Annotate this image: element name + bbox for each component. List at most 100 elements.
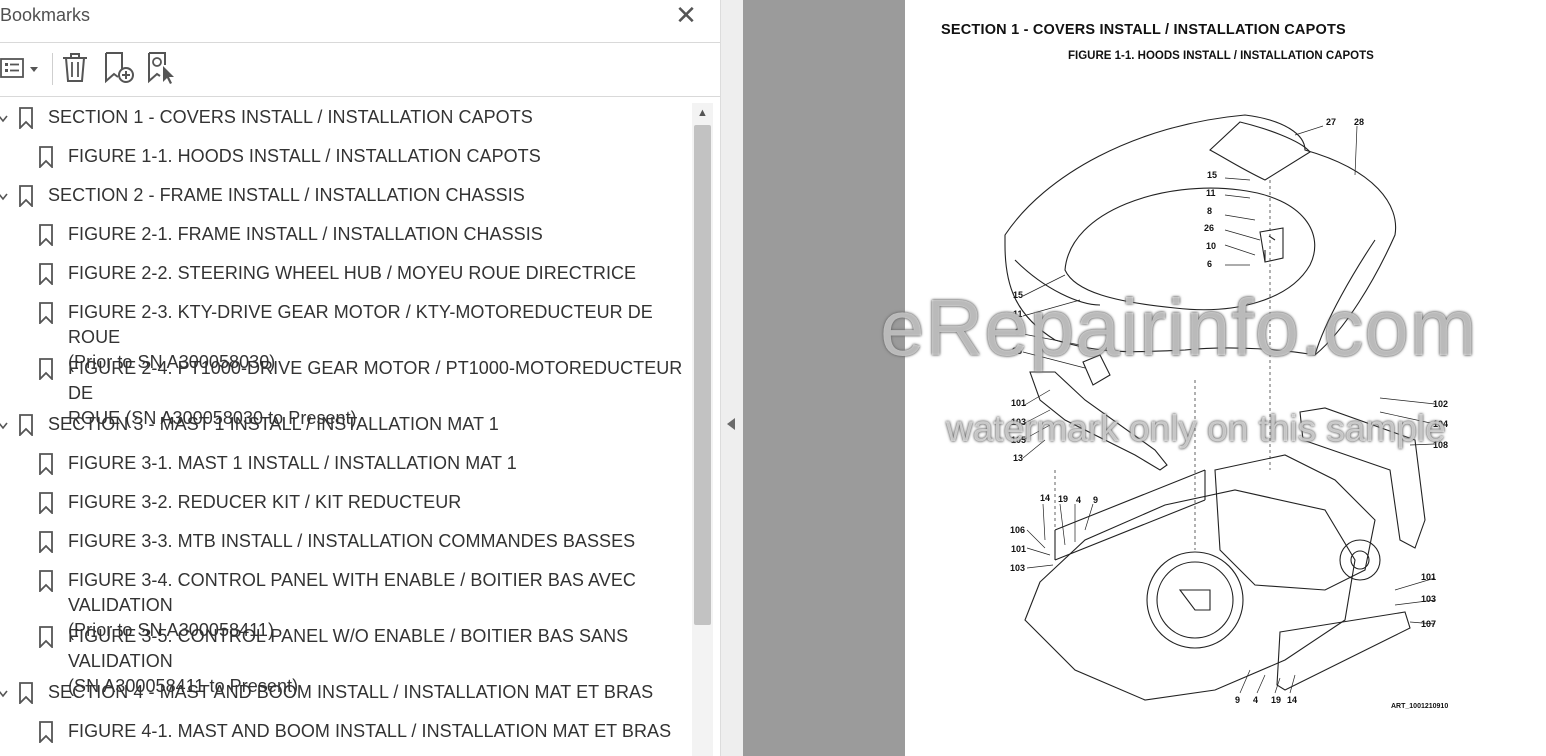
- bookmark-figure-item[interactable]: FIGURE 2-1. FRAME INSTALL / INSTALLATION…: [0, 222, 692, 248]
- part-callout: 107: [1421, 619, 1436, 629]
- bookmark-icon: [38, 224, 54, 248]
- bookmark-label: SECTION 4 - MAST AND BOOM INSTALL / INST…: [48, 682, 654, 702]
- panel-title: Bookmarks: [0, 5, 91, 25]
- bookmark-label: FIGURE 2-1. FRAME INSTALL / INSTALLATION…: [68, 224, 543, 244]
- bookmarks-toolbar: [0, 43, 720, 97]
- expand-chevron-icon[interactable]: [0, 191, 8, 201]
- bookmark-icon: [38, 146, 54, 170]
- bookmark-label: SECTION 2 - FRAME INSTALL / INSTALLATION…: [48, 185, 525, 205]
- part-callout: 13: [1013, 453, 1023, 463]
- bookmark-icon: [18, 107, 34, 131]
- bookmark-section-item[interactable]: SECTION 2 - FRAME INSTALL / INSTALLATION…: [0, 183, 692, 209]
- bookmark-figure-item[interactable]: FIGURE 3-2. REDUCER KIT / KIT REDUCTEUR: [0, 490, 692, 516]
- chassis-frame: [1024, 489, 1356, 701]
- bookmarks-header: Bookmarks ✕: [0, 0, 720, 43]
- bookmark-label: FIGURE 1-1. HOODS INSTALL / INSTALLATION…: [68, 146, 541, 166]
- bookmark-add-icon: [105, 52, 134, 84]
- front-plate: [1276, 611, 1411, 691]
- part-callout: 15: [1207, 170, 1217, 180]
- bookmark-icon: [38, 453, 54, 477]
- part-callout: 8: [1207, 206, 1212, 216]
- trash-icon: [63, 53, 87, 82]
- bookmark-icon: [38, 531, 54, 555]
- bookmark-figure-item[interactable]: FIGURE 2-2. STEERING WHEEL HUB / MOYEU R…: [0, 261, 692, 287]
- bookmark-icon: [18, 185, 34, 209]
- bookmark-figure-item[interactable]: FIGURE 3-3. MTB INSTALL / INSTALLATION C…: [0, 529, 692, 555]
- bookmark-icon: [38, 263, 54, 287]
- document-page: SECTION 1 - COVERS INSTALL / INSTALLATIO…: [905, 0, 1546, 756]
- part-callout: 26: [1204, 223, 1214, 233]
- bookmark-label: SECTION 1 - COVERS INSTALL / INSTALLATIO…: [48, 107, 533, 127]
- bookmark-tree: SECTION 1 - COVERS INSTALL / INSTALLATIO…: [0, 97, 692, 756]
- bookmark-icon: [18, 414, 34, 438]
- scroll-up-icon[interactable]: ▲: [692, 103, 713, 123]
- bookmark-figure-item[interactable]: FIGURE 1-1. HOODS INSTALL / INSTALLATION…: [0, 144, 692, 170]
- scroll-thumb[interactable]: [694, 125, 711, 625]
- bookmark-from-selection-button[interactable]: [146, 51, 180, 90]
- bookmark-figure-item[interactable]: FIGURE 3-5. CONTROL PANEL W/O ENABLE / B…: [0, 624, 692, 696]
- bookmark-section-item[interactable]: SECTION 1 - COVERS INSTALL / INSTALLATIO…: [0, 105, 692, 131]
- hood-cap: [1209, 121, 1311, 181]
- part-callout: 101: [1421, 572, 1436, 582]
- expand-chevron-icon[interactable]: [0, 113, 8, 123]
- hood-bracket: [1259, 227, 1284, 263]
- bookmarks-panel: Bookmarks ✕ SECTION 1 - COVERS INSTALL /…: [0, 0, 720, 756]
- bookmark-label: FIGURE 3-2. REDUCER KIT / KIT REDUCTEUR: [68, 492, 462, 512]
- bookmark-figure-item[interactable]: FIGURE 3-4. CONTROL PANEL WITH ENABLE / …: [0, 568, 692, 640]
- part-callout: 6: [1207, 259, 1212, 269]
- expand-chevron-icon[interactable]: [0, 420, 8, 430]
- part-callout: 11: [1206, 188, 1216, 198]
- bookmark-icon: [38, 721, 54, 745]
- part-callout: 14: [1040, 493, 1050, 503]
- part-callout: 14: [1287, 695, 1297, 705]
- watermark-notice: watermark only on this sample: [946, 408, 1446, 449]
- bookmark-figure-item[interactable]: FIGURE 2-4. PT1000-DRIVE GEAR MOTOR / PT…: [0, 356, 692, 428]
- collapse-panel-icon[interactable]: [727, 418, 735, 430]
- part-callout: 4: [1076, 495, 1081, 505]
- expand-chevron-icon[interactable]: [0, 688, 8, 698]
- bookmark-search-icon: [148, 52, 174, 84]
- bookmark-icon: [18, 682, 34, 706]
- drive-motor: [1214, 454, 1376, 591]
- bookmark-section-item[interactable]: SECTION 3 - MAST 1 INSTALL / INSTALLATIO…: [0, 412, 692, 438]
- bookmark-label: FIGURE 3-1. MAST 1 INSTALL / INSTALLATIO…: [68, 453, 517, 473]
- part-callout: 4: [1253, 695, 1258, 705]
- list-options-icon: [0, 58, 38, 78]
- close-icon[interactable]: ✕: [674, 2, 698, 28]
- exploded-parts-drawing: 27 28151182610615118251011031051310210410…: [1004, 114, 1448, 705]
- delete-bookmark-button[interactable]: [60, 51, 92, 90]
- bookmark-label: FIGURE 4-1. MAST AND BOOM INSTALL / INST…: [68, 721, 672, 741]
- part-callout: 101: [1011, 398, 1026, 408]
- part-callout: 27: [1326, 117, 1336, 127]
- options-menu-button[interactable]: [0, 51, 42, 90]
- bookmark-icon: [38, 492, 54, 516]
- part-callout: 101: [1011, 544, 1026, 554]
- art-code: ART_1001210910: [1391, 703, 1449, 710]
- bookmark-label: SECTION 3 - MAST 1 INSTALL / INSTALLATIO…: [48, 414, 499, 434]
- bookmark-label: FIGURE 3-3. MTB INSTALL / INSTALLATION C…: [68, 531, 636, 551]
- bookmark-section-item[interactable]: SECTION 4 - MAST AND BOOM INSTALL / INST…: [0, 680, 692, 706]
- bookmark-figure-item[interactable]: FIGURE 3-1. MAST 1 INSTALL / INSTALLATIO…: [0, 451, 692, 477]
- bookmark-icon: [38, 570, 54, 594]
- part-callout: 19: [1058, 494, 1068, 504]
- part-callout: 106: [1010, 525, 1025, 535]
- bookmark-figure-item[interactable]: FIGURE 4-1. MAST AND BOOM INSTALL / INST…: [0, 719, 692, 745]
- part-callout: 103: [1010, 563, 1025, 573]
- bookmark-figure-item[interactable]: FIGURE 2-3. KTY-DRIVE GEAR MOTOR / KTY-M…: [0, 300, 692, 372]
- new-bookmark-button[interactable]: [102, 51, 136, 90]
- part-callout: 9: [1235, 695, 1240, 705]
- panel-splitter[interactable]: [720, 0, 743, 756]
- part-callout: 10: [1206, 241, 1216, 251]
- bookmark-icon: [38, 358, 54, 382]
- bookmark-icon: [38, 302, 54, 326]
- bookmark-label: FIGURE 2-2. STEERING WHEEL HUB / MOYEU R…: [68, 263, 637, 283]
- part-callout: 9: [1093, 495, 1098, 505]
- toolbar-separator: [52, 53, 53, 85]
- tree-scrollbar[interactable]: ▲: [692, 103, 713, 756]
- part-callout: 103: [1421, 594, 1436, 604]
- part-callout: 19: [1271, 695, 1281, 705]
- turntable: [1146, 551, 1244, 649]
- part-callout: 28: [1354, 117, 1364, 127]
- watermark-domain: eRepairinfo.com: [880, 283, 1478, 372]
- bookmark-icon: [38, 626, 54, 650]
